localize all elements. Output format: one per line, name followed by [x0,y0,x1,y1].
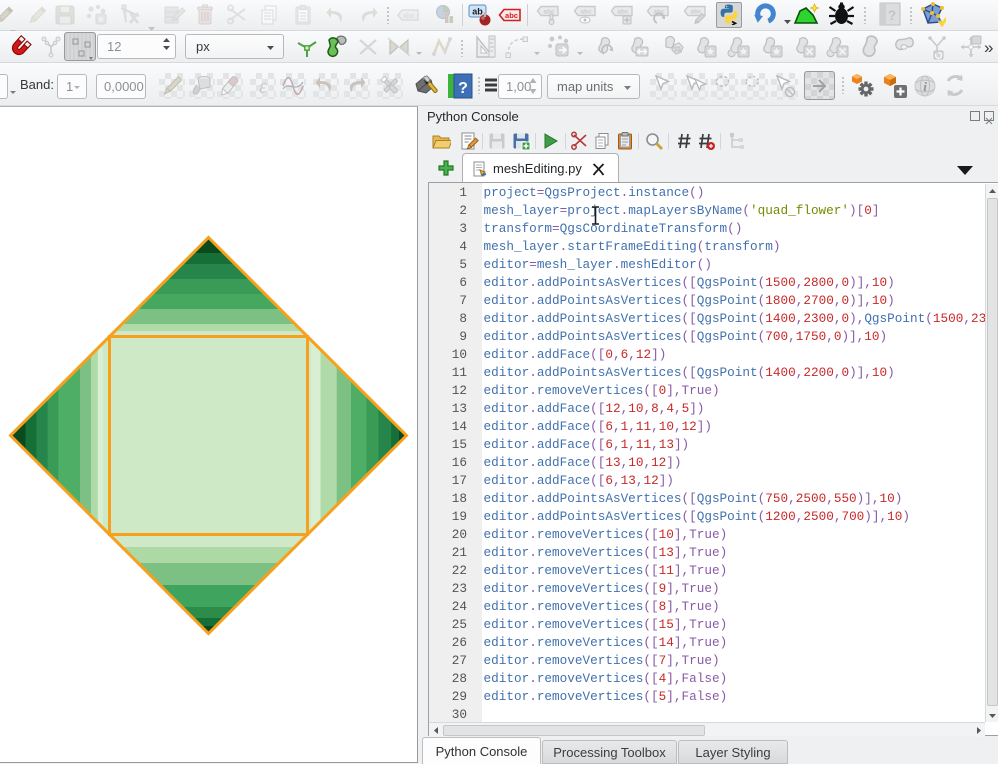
svg-text:abc: abc [505,11,518,20]
svg-text:abc: abc [690,9,702,16]
svg-text:ε: ε [259,76,267,98]
svg-text:abc: abc [617,9,629,16]
svg-text:?: ? [888,7,897,23]
svg-text:ab: ab [472,7,483,17]
svg-text:?: ? [458,80,468,97]
svg-text:i: i [923,79,927,94]
svg-text:abc: abc [403,13,415,20]
svg-text:abc: abc [580,9,592,16]
